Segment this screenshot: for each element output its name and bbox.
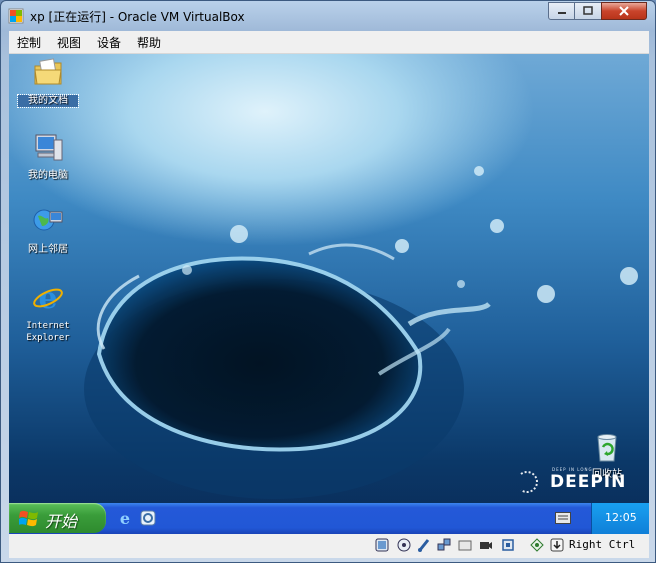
quicklaunch-ie-icon[interactable]: e (117, 510, 133, 526)
clock[interactable]: 12:05 (605, 511, 637, 524)
minimize-button[interactable] (548, 2, 575, 20)
minimize-icon (557, 12, 566, 14)
host-key-label: Right Ctrl (569, 538, 636, 551)
desktop-icon-label: Internet (26, 321, 70, 331)
quicklaunch-media-icon[interactable] (140, 510, 156, 526)
wallpaper-splash (84, 166, 638, 499)
host-key-arrow-icon[interactable] (550, 538, 564, 552)
windows-logo-icon (19, 510, 38, 527)
svg-text:e: e (120, 510, 130, 526)
title-bar[interactable]: xp [正在运行] - Oracle VM VirtualBox (1, 1, 655, 31)
video-capture-icon[interactable] (479, 538, 493, 552)
shared-folder-icon[interactable] (458, 538, 472, 552)
recycle-bin-icon (597, 434, 617, 462)
taskbar: 开始 e 12:05 (9, 503, 649, 534)
cpu-icon[interactable] (501, 538, 515, 552)
guest-screen[interactable]: 我的文档 我的电脑 网上邻居 e Internet Explorer 回收站 D… (9, 54, 649, 534)
keyboard-icon[interactable] (555, 512, 571, 524)
window-title: xp [正在运行] - Oracle VM VirtualBox (30, 10, 245, 24)
start-button[interactable]: 开始 (9, 503, 106, 533)
desktop-icon-label: Explorer (26, 333, 70, 343)
my-documents-icon (34, 58, 62, 85)
internet-explorer-icon: e (33, 281, 63, 316)
maximize-icon (583, 6, 593, 15)
usb-icon[interactable] (417, 538, 431, 552)
menu-bar: 控制 视图 设备 帮助 (9, 31, 649, 54)
desktop-icon-label: 我的文档 (17, 94, 79, 108)
network-places-icon (33, 209, 63, 231)
menu-help[interactable]: 帮助 (137, 34, 161, 51)
desktop-icon-internet-explorer[interactable]: e Internet Explorer (18, 281, 78, 344)
menu-devices[interactable]: 设备 (97, 34, 121, 51)
system-tray: 12:05 (591, 503, 649, 534)
close-button[interactable] (601, 2, 647, 20)
desktop-icon-label: 我的电脑 (28, 170, 68, 181)
start-label: 开始 (45, 512, 78, 531)
network-icon[interactable] (437, 538, 451, 552)
maximize-button[interactable] (574, 2, 602, 20)
wallpaper-brand: DEEPIN (550, 472, 627, 492)
status-bar: Right Ctrl (9, 534, 649, 558)
desktop-icon-network-places[interactable]: 网上邻居 (18, 206, 78, 256)
menu-control[interactable]: 控制 (17, 34, 41, 51)
virtualbox-icon (8, 8, 24, 24)
my-computer-icon (35, 134, 63, 161)
mouse-integration-icon[interactable] (530, 538, 544, 552)
optical-drive-icon[interactable] (397, 538, 411, 552)
menu-view[interactable]: 视图 (57, 34, 81, 51)
desktop-icon-my-computer[interactable]: 我的电脑 (18, 132, 78, 182)
desktop-icon-my-documents[interactable]: 我的文档 (17, 57, 79, 108)
close-icon (619, 6, 629, 16)
hard-disk-icon[interactable] (375, 538, 389, 552)
svg-text:e: e (38, 282, 57, 314)
vm-window: xp [正在运行] - Oracle VM VirtualBox 控制 视图 设… (0, 0, 656, 563)
desktop-icon-label: 网上邻居 (28, 244, 68, 255)
